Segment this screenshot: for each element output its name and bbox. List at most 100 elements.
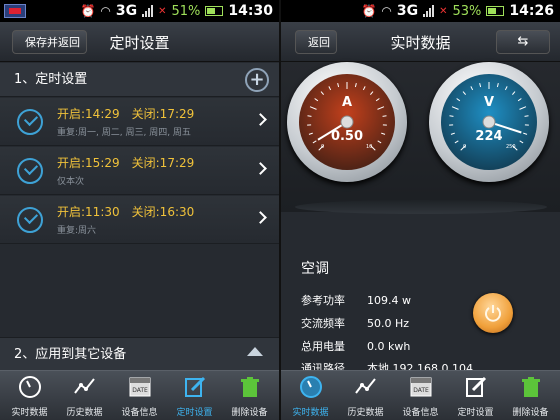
- nav-label: 历史数据: [66, 408, 103, 418]
- gauge-needle: [449, 82, 529, 151]
- chart-line-icon: [355, 378, 376, 394]
- battery-percent: 51%: [171, 3, 201, 19]
- gauge-tick: [354, 82, 357, 88]
- wifi-icon: ◠: [381, 4, 392, 18]
- status-bar: ⏰ ◠ 3G ✕ 51% 14:30: [0, 0, 279, 22]
- timer-on-time: 开启:15:29: [57, 156, 120, 170]
- timer-settings-screen: ⏰ ◠ 3G ✕ 51% 14:30 保存并返回 定时设置 1、定时设置 + 开…: [0, 0, 279, 420]
- battery-icon: [205, 6, 224, 16]
- check-circle-icon[interactable]: [17, 207, 43, 233]
- nav-item-realtime[interactable]: 实时数据: [2, 371, 57, 420]
- gauge-value: 224: [475, 129, 503, 144]
- gauge-scale-min: 0: [321, 144, 325, 150]
- check-circle-icon[interactable]: [17, 158, 43, 184]
- nav-item-device-info[interactable]: DATE 设备信息: [393, 371, 448, 420]
- section-title: 1、定时设置: [14, 72, 88, 87]
- title-bar: 返回 实时数据 ⇆: [281, 22, 560, 62]
- nav-label: 定时设置: [457, 408, 494, 418]
- title-bar: 保存并返回 定时设置: [0, 22, 279, 62]
- gauge-tick: [307, 115, 312, 117]
- nav-label: 设备信息: [402, 408, 439, 418]
- gauge-tick: [504, 86, 508, 91]
- bottom-nav: 实时数据 历史数据 DATE 设备信息 定时设置 删除设备: [281, 370, 560, 420]
- nav-label: 实时数据: [292, 408, 329, 418]
- gauge-tick: [382, 115, 387, 117]
- nav-item-realtime[interactable]: 实时数据: [283, 371, 338, 420]
- timer-on-time: 开启:11:30: [57, 205, 120, 219]
- gauge-tick: [362, 86, 366, 91]
- info-key: 总用电量: [301, 340, 345, 353]
- gauge-tick: [496, 82, 499, 88]
- nav-item-delete[interactable]: 删除设备: [222, 371, 277, 420]
- no-signal-icon: ✕: [439, 5, 448, 17]
- wifi-icon: ◠: [100, 4, 111, 18]
- timer-item[interactable]: 开启:15:29 关闭:17:29 仅本次: [0, 147, 279, 195]
- gauge-value: 0.50: [330, 129, 364, 144]
- timer-item[interactable]: 开启:14:29 关闭:17:29 重复:周一, 周二, 周三, 周四, 周五: [0, 98, 279, 146]
- nav-label: 删除设备: [512, 408, 549, 418]
- realtime-data-screen: ⏰ ◠ 3G ✕ 53% 14:26 返回 实时数据 ⇆ A 0.50 0 10: [281, 0, 560, 420]
- info-key: 参考功率: [301, 294, 345, 307]
- signal-icon: [142, 5, 154, 17]
- info-row: 总用电量 0.0 kwh: [301, 338, 410, 354]
- gauge-tick: [337, 82, 340, 88]
- notification-flag-icon: [4, 4, 26, 18]
- nav-item-device-info[interactable]: DATE 设备信息: [112, 371, 167, 420]
- nav-label: 历史数据: [347, 408, 384, 418]
- info-row: 交流频率 50.0 Hz: [301, 315, 409, 331]
- sync-arrows-icon[interactable]: ⇆: [496, 30, 550, 54]
- info-value: 0.0 kwh: [367, 340, 411, 353]
- nav-item-delete[interactable]: 删除设备: [503, 371, 558, 420]
- gauge-hub: [482, 115, 496, 129]
- chevron-up-icon[interactable]: [247, 347, 263, 356]
- section-header-apply-other[interactable]: 2、应用到其它设备: [0, 337, 279, 371]
- info-key: 交流频率: [301, 317, 345, 330]
- gauge-icon: [19, 376, 41, 398]
- info-value: 50.0 Hz: [367, 317, 410, 330]
- timer-item[interactable]: 开启:11:30 关闭:16:30 重复:周六: [0, 196, 279, 244]
- nav-label: 实时数据: [11, 408, 48, 418]
- chevron-right-icon: [254, 113, 267, 126]
- power-icon: [485, 305, 501, 322]
- alarm-icon: ⏰: [361, 4, 377, 18]
- section-title: 2、应用到其它设备: [14, 347, 127, 362]
- timer-off-time: 关闭:17:29: [131, 107, 195, 121]
- calendar-date-icon: DATE: [129, 377, 151, 397]
- gauge-area: A 0.50 0 10 V 224 0 250: [281, 62, 560, 212]
- gauge-icon: [300, 376, 322, 398]
- nav-item-timer[interactable]: 定时设置: [448, 371, 503, 420]
- check-circle-icon[interactable]: [17, 109, 43, 135]
- nav-item-timer[interactable]: 定时设置: [167, 371, 222, 420]
- timer-repeat: 仅本次: [57, 177, 85, 187]
- alarm-icon: ⏰: [80, 4, 96, 18]
- info-value: 109.4 w: [367, 294, 411, 307]
- calendar-icon-text: DATE: [413, 387, 429, 394]
- battery-percent: 53%: [452, 3, 482, 19]
- gauge-tick: [328, 86, 332, 91]
- timer-off-time: 关闭:16:30: [131, 205, 195, 219]
- calendar-date-icon: DATE: [410, 377, 432, 397]
- nav-label: 设备信息: [121, 408, 158, 418]
- calendar-icon-text: DATE: [132, 387, 148, 394]
- edit-icon: [466, 376, 487, 397]
- clock: 14:26: [509, 3, 554, 19]
- nav-label: 定时设置: [176, 408, 213, 418]
- gauge-scale-max: 250: [506, 144, 516, 150]
- bottom-nav: 实时数据 历史数据 DATE 设备信息 定时设置 删除设备: [0, 370, 279, 420]
- timer-on-time: 开启:14:29: [57, 107, 120, 121]
- gauge-face: V 224 0 250: [441, 74, 537, 170]
- voltage-gauge: V 224 0 250: [429, 62, 549, 182]
- network-type: 3G: [396, 3, 419, 19]
- section-header-timers: 1、定时设置 +: [0, 63, 279, 97]
- chevron-right-icon: [254, 211, 267, 224]
- nav-item-history[interactable]: 历史数据: [338, 371, 393, 420]
- gauge-needle: [307, 82, 387, 151]
- device-name: 空调: [301, 261, 329, 277]
- shelf-reflection: [295, 200, 547, 214]
- timer-repeat: 重复:周六: [57, 226, 97, 236]
- nav-item-history[interactable]: 历史数据: [57, 371, 112, 420]
- nav-label: 删除设备: [231, 408, 268, 418]
- plus-icon[interactable]: +: [245, 68, 269, 92]
- clock: 14:30: [228, 3, 273, 19]
- power-button[interactable]: [473, 293, 513, 333]
